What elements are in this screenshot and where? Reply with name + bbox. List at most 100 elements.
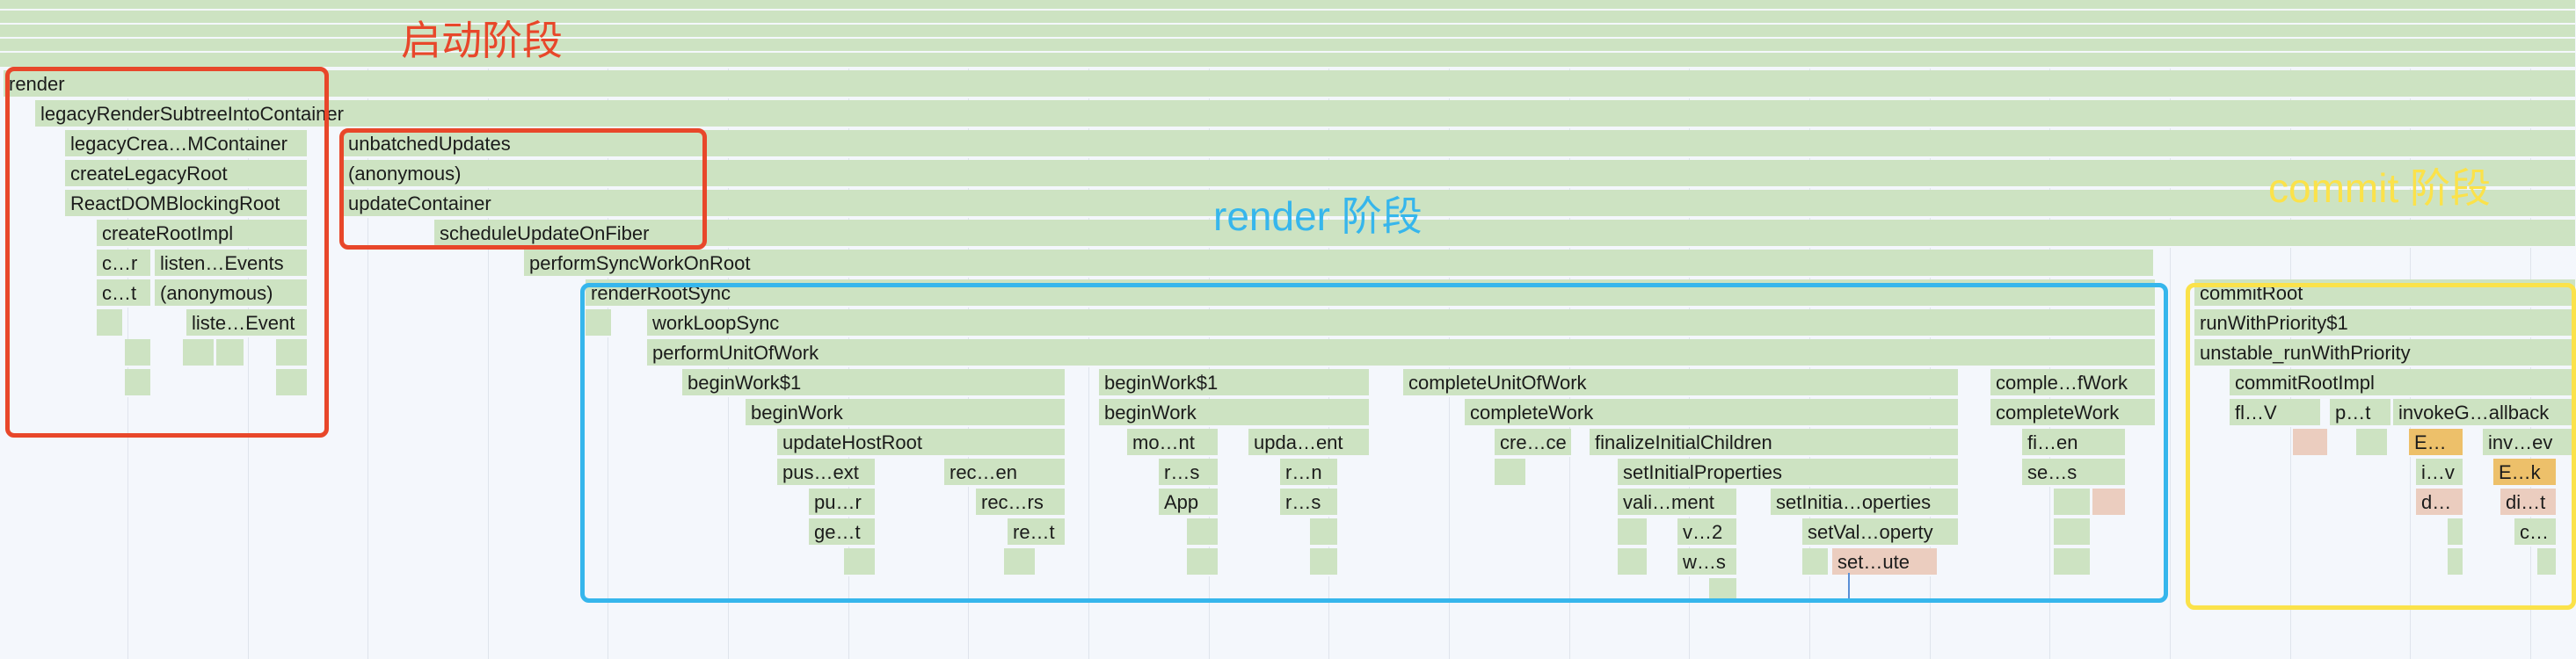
flame-frame-createRootImpl[interactable]: createRootImpl [97, 220, 308, 248]
flame-frame-unbatchedUpdates[interactable]: unbatchedUpdates [343, 130, 2576, 158]
flame-frame-iv[interactable]: i…v [2416, 459, 2463, 487]
flame-frame[interactable] [1310, 548, 1338, 576]
flame-frame[interactable] [2054, 518, 2091, 547]
flame-frame[interactable] [0, 0, 2576, 11]
flame-frame-ReactDOMBlockingRoot[interactable]: ReactDOMBlockingRoot [65, 190, 308, 218]
flame-frame-runWithPriority1[interactable]: runWithPriority$1 [2194, 309, 2576, 337]
flame-frame-updateHostRoot[interactable]: updateHostRoot [777, 429, 1066, 457]
flame-frame[interactable] [1187, 518, 1219, 547]
flame-frame-ws[interactable]: w…s [1677, 548, 1737, 576]
flame-frame-setValoperty[interactable]: setVal…operty [1802, 518, 1959, 547]
flame-frame[interactable] [276, 369, 308, 397]
flame-frame[interactable] [1004, 548, 1036, 576]
flame-frame-recen[interactable]: rec…en [944, 459, 1066, 487]
flame-frame[interactable] [2092, 489, 2126, 517]
flame-frame[interactable] [1802, 548, 1829, 576]
flame-frame-compleWork[interactable]: comple…fWork [1990, 369, 2156, 397]
flame-frame-ret[interactable]: re…t [1008, 518, 1066, 547]
flame-frame-anonymous-small[interactable]: (anonymous) [155, 279, 308, 308]
flame-frame[interactable] [2054, 548, 2091, 576]
flame-frame[interactable] [1187, 548, 1219, 576]
flame-frame-beginWork[interactable]: beginWork [746, 399, 1066, 427]
flame-frame-valiment[interactable]: vali…ment [1618, 489, 1737, 517]
flame-frame[interactable] [586, 309, 612, 337]
flame-frame[interactable] [276, 339, 308, 367]
flame-frame-completeWork[interactable]: completeWork [1990, 399, 2156, 427]
flame-frame-pt[interactable]: p…t [2330, 399, 2391, 427]
flame-frame-flV[interactable]: fl…V [2230, 399, 2321, 427]
flame-frame-legacyRenderSubtreeIntoContainer[interactable]: legacyRenderSubtreeIntoContainer [35, 100, 2576, 128]
flame-frame-rn[interactable]: r…n [1280, 459, 1338, 487]
flame-frame[interactable] [0, 53, 2576, 69]
flame-frame-beginWork[interactable]: beginWork [1099, 399, 1370, 427]
flame-frame-setInitialProperties[interactable]: setInitialProperties [1618, 459, 1959, 487]
flame-frame-beginWork1[interactable]: beginWork$1 [682, 369, 1066, 397]
flame-frame-Ek[interactable]: E…k [2493, 459, 2557, 487]
flame-frame-get[interactable]: ge…t [809, 518, 876, 547]
flame-frame[interactable] [2054, 489, 2091, 517]
flame-frame-recrs[interactable]: rec…rs [976, 489, 1066, 517]
flame-frame[interactable] [2448, 518, 2463, 547]
flame-frame[interactable] [0, 25, 2576, 39]
flame-frame[interactable] [216, 339, 244, 367]
flame-frame-pur[interactable]: pu…r [809, 489, 876, 517]
flame-frame[interactable] [1618, 518, 1648, 547]
flame-frame[interactable] [844, 548, 876, 576]
flame-frame-performUnitOfWork[interactable]: performUnitOfWork [647, 339, 2156, 367]
flame-frame-commitRoot[interactable]: commitRoot [2194, 279, 2576, 308]
flame-frame-fien[interactable]: fi…en [2022, 429, 2126, 457]
flame-frame[interactable] [0, 11, 2576, 25]
flame-frame-updaent[interactable]: upda…ent [1248, 429, 1370, 457]
flame-frame[interactable] [1618, 548, 1648, 576]
flame-frame-commitRootImpl[interactable]: commitRootImpl [2230, 369, 2576, 397]
flame-frame-performSyncWorkOnRoot[interactable]: performSyncWorkOnRoot [524, 250, 2154, 278]
flame-frame-mont[interactable]: mo…nt [1127, 429, 1219, 457]
flame-frame-v2[interactable]: v…2 [1677, 518, 1737, 547]
flame-frame-invev[interactable]: inv…ev [2483, 429, 2576, 457]
timeline-marker [1848, 573, 1850, 603]
flame-frame-listenEvents[interactable]: listen…Events [155, 250, 308, 278]
flame-frame[interactable] [2356, 429, 2388, 457]
flame-frame[interactable] [1495, 459, 1526, 487]
flame-frame-completeUnitOfWork[interactable]: completeUnitOfWork [1403, 369, 1959, 397]
flame-frame[interactable] [2537, 548, 2557, 576]
flame-frame-c-t[interactable]: c…t [97, 279, 151, 308]
flame-frame-App[interactable]: App [1159, 489, 1219, 517]
flame-frame-setInitiaoperties[interactable]: setInitia…operties [1771, 489, 1959, 517]
flame-frame-workLoopSync[interactable]: workLoopSync [647, 309, 2156, 337]
flame-frame[interactable] [2293, 429, 2328, 457]
flame-frame-renderRootSync[interactable]: renderRootSync [586, 279, 2156, 308]
flame-frame-crece[interactable]: cre…ce [1495, 429, 1572, 457]
flame-frame[interactable] [1310, 518, 1338, 547]
flame-frame-pusext[interactable]: pus…ext [777, 459, 876, 487]
flame-frame-completeWork[interactable]: completeWork [1465, 399, 1959, 427]
render-phase-label: render 阶段 [1213, 193, 1423, 239]
flame-frame-anonymous[interactable]: (anonymous) [343, 160, 2576, 188]
flame-frame-dit[interactable]: di…t [2500, 489, 2557, 517]
flame-frame[interactable] [1709, 578, 1737, 605]
flame-frame-beginWork1[interactable]: beginWork$1 [1099, 369, 1370, 397]
flame-frame-legacyCreateMContainer[interactable]: legacyCrea…MContainer [65, 130, 308, 158]
flame-frame-c[interactable]: c… [2514, 518, 2557, 547]
flame-frame[interactable] [0, 39, 2576, 53]
flame-frame[interactable] [125, 369, 151, 397]
flame-frame-ses[interactable]: se…s [2022, 459, 2126, 487]
flame-frame-scheduleUpdateOnFiber[interactable]: scheduleUpdateOnFiber [434, 220, 2576, 248]
flame-frame-invokeGallback[interactable]: invokeG…allback [2393, 399, 2576, 427]
flame-chart[interactable]: render legacyRenderSubtreeIntoContainer … [0, 0, 2576, 659]
flame-frame-finalizeInitialChildren[interactable]: finalizeInitialChildren [1590, 429, 1959, 457]
flame-frame-rs2[interactable]: r…s [1280, 489, 1338, 517]
flame-frame-d[interactable]: d… [2416, 489, 2463, 517]
flame-frame-rs[interactable]: r…s [1159, 459, 1219, 487]
flame-frame-render[interactable]: render [4, 70, 2576, 98]
flame-frame-updateContainer[interactable]: updateContainer [343, 190, 2576, 218]
flame-frame-listeEvent[interactable]: liste…Event [186, 309, 308, 337]
flame-frame[interactable] [97, 309, 123, 337]
flame-frame[interactable] [125, 339, 151, 367]
flame-frame-c-r[interactable]: c…r [97, 250, 151, 278]
flame-frame[interactable] [2448, 548, 2463, 576]
flame-frame-unstable_runWithPriority[interactable]: unstable_runWithPriority [2194, 339, 2576, 367]
flame-frame[interactable] [183, 339, 215, 367]
flame-frame-createLegacyRoot[interactable]: createLegacyRoot [65, 160, 308, 188]
flame-frame-E[interactable]: E… [2409, 429, 2463, 457]
